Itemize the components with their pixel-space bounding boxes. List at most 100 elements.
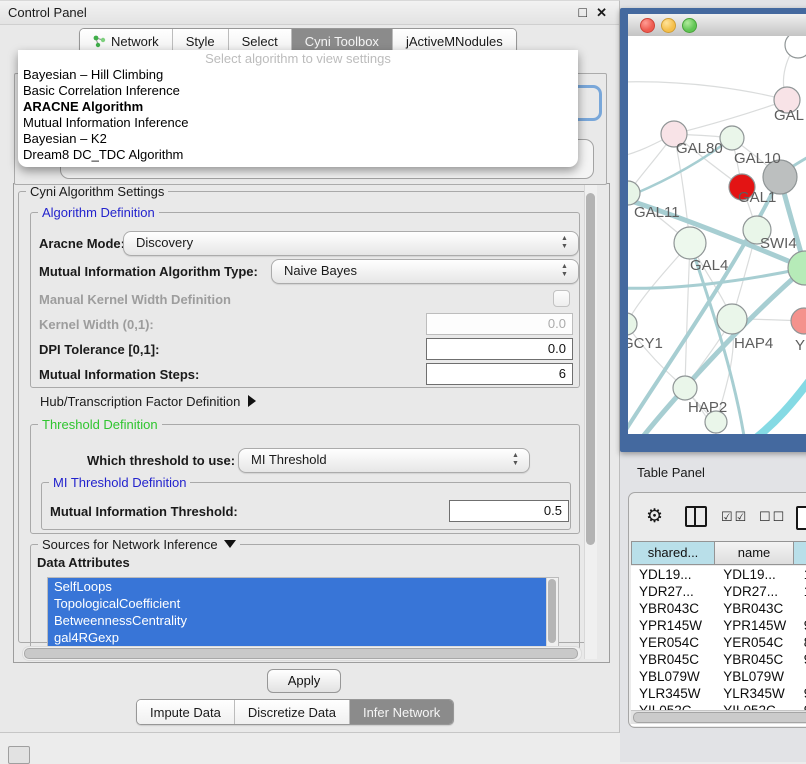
columns-icon[interactable] (685, 506, 707, 527)
cell: YDR27... (631, 583, 715, 600)
apply-button[interactable]: Apply (267, 669, 341, 693)
algorithm-definition-title: Algorithm Definition (38, 205, 159, 220)
network-edge[interactable] (756, 380, 806, 434)
column-header-clipped[interactable] (794, 541, 806, 565)
node-label: SWI4 (760, 235, 797, 252)
sources-groupbox: Sources for Network Inference Data Attri… (30, 544, 580, 655)
table-horizontal-scrollbar[interactable] (631, 710, 806, 724)
tab-select-label: Select (242, 34, 278, 49)
table-row[interactable]: YLR345WYLR345W9. (631, 685, 806, 702)
node-label: HAP4 (734, 335, 773, 352)
float-window-icon[interactable]: □ (579, 1, 587, 24)
attribute-item-selected[interactable]: SelfLoops (48, 578, 558, 595)
network-node[interactable] (717, 304, 747, 334)
network-node[interactable] (674, 227, 706, 259)
hub-definition-toggle[interactable]: Hub/Transcription Factor Definition (40, 394, 256, 409)
node-label: GAL10 (734, 150, 781, 167)
mac-zoom-icon[interactable] (682, 18, 697, 33)
cell: 9. (796, 685, 806, 702)
cell: YLR345W (715, 685, 796, 702)
close-window-icon[interactable]: ✕ (596, 1, 607, 24)
dropdown-item[interactable]: Mutual Information Inference (18, 115, 578, 131)
dropdown-item-selected[interactable]: ARACNE Algorithm (18, 99, 578, 115)
cell: 12 (796, 583, 806, 600)
scrollbar-thumb[interactable] (586, 193, 595, 545)
dropdown-item[interactable]: Dream8 DC_TDC Algorithm (18, 147, 578, 163)
cell: YPR145W (631, 617, 715, 634)
cell: 9. (796, 651, 806, 668)
tab-discretize-data[interactable]: Discretize Data (234, 700, 349, 724)
cell: YPR145W (715, 617, 796, 634)
dpi-tolerance-field[interactable]: 0.0 (426, 338, 573, 360)
aracne-mode-combobox[interactable]: Discovery ▲▼ (123, 231, 579, 256)
aracne-mode-label: Aracne Mode: (39, 236, 125, 251)
column-header-shared-name[interactable]: shared... (631, 541, 715, 565)
table-row[interactable]: YBR045CYBR045C9. (631, 651, 806, 668)
table-row[interactable]: YDL19...YDL19...13 (631, 566, 806, 583)
network-window-titlebar[interactable] (628, 14, 806, 37)
node-label: GAL (774, 107, 804, 124)
network-node[interactable] (720, 126, 744, 150)
algorithm-definition-groupbox: Algorithm Definition Aracne Mode: Discov… (30, 212, 580, 388)
algorithm-dropdown-popup: Select algorithm to view settings Bayesi… (18, 50, 578, 167)
mac-close-icon[interactable] (640, 18, 655, 33)
network-node[interactable] (785, 36, 806, 58)
control-panel-window: Control Panel □ ✕ Network Style Select C… (0, 0, 620, 733)
scrollbar-thumb[interactable] (24, 648, 578, 659)
combo-arrows-icon: ▲▼ (560, 235, 569, 251)
table-panel: ⚙ ☑☑ ☐☐ shared... name YDL19...YDL19...1… (628, 492, 806, 728)
mi-steps-field[interactable]: 6 (426, 363, 573, 385)
chevron-down-icon[interactable] (224, 540, 236, 548)
threshold-definition-title: Threshold Definition (38, 417, 162, 432)
dropdown-prompt: Select algorithm to view settings (18, 50, 578, 67)
collapsed-panel-button[interactable] (8, 746, 30, 764)
column-header-name[interactable]: name (715, 541, 794, 565)
network-node[interactable] (628, 313, 637, 335)
manual-kernel-checkbox[interactable] (553, 290, 570, 307)
tab-infer-network[interactable]: Infer Network (349, 700, 453, 724)
scrollbar-thumb[interactable] (548, 579, 556, 643)
dropdown-item[interactable]: Bayesian – K2 (18, 131, 578, 147)
select-all-columns-icon[interactable]: ☑☑ (721, 506, 748, 528)
kernel-width-label: Kernel Width (0,1): (39, 317, 154, 332)
kernel-width-field[interactable]: 0.0 (426, 313, 573, 335)
tab-impute-data[interactable]: Impute Data (137, 700, 234, 724)
table-row[interactable]: YBR043CYBR043C (631, 600, 806, 617)
export-table-icon[interactable] (796, 506, 806, 530)
sources-title-text: Sources for Network Inference (42, 537, 218, 552)
cell (796, 668, 806, 685)
table-row[interactable]: YBL079WYBL079W (631, 668, 806, 685)
deselect-all-columns-icon[interactable]: ☐☐ (759, 506, 786, 528)
dropdown-item[interactable]: Bayesian – Hill Climbing (18, 67, 578, 83)
network-node[interactable] (673, 376, 697, 400)
control-panel-titlebar: Control Panel □ ✕ (0, 1, 619, 25)
scrollbar-thumb[interactable] (633, 712, 806, 723)
mi-type-combobox[interactable]: Naive Bayes ▲▼ (271, 259, 579, 284)
cell: YER054C (715, 634, 796, 651)
network-canvas[interactable]: GALGAL80GAL10GAL1GAL11SWI4GAL4GCY1HAP4YH… (628, 36, 806, 434)
threshold-definition-groupbox: Threshold Definition Which threshold to … (30, 424, 580, 534)
cyni-settings-scrollpane: Cyni Algorithm Settings Algorithm Defini… (13, 183, 610, 663)
attribute-item-selected[interactable]: gal4RGexp (48, 629, 558, 646)
which-threshold-combobox[interactable]: MI Threshold ▲▼ (238, 448, 530, 473)
dropdown-item[interactable]: Basic Correlation Inference (18, 83, 578, 99)
tab-discretize-data-label: Discretize Data (248, 705, 336, 720)
attribute-item-selected[interactable]: BetweennessCentrality (48, 612, 558, 629)
table-row[interactable]: YDR27...YDR27...12 (631, 583, 806, 600)
attribute-item-selected[interactable]: TopologicalCoefficient (48, 595, 558, 612)
settings-horizontal-scrollbar[interactable] (22, 646, 582, 661)
network-edge[interactable] (628, 324, 685, 388)
table-row[interactable]: YER054CYER054C8. (631, 634, 806, 651)
gear-icon[interactable]: ⚙ (646, 506, 663, 528)
mi-threshold-group-title: MI Threshold Definition (49, 475, 190, 490)
mi-threshold-field[interactable]: 0.5 (449, 500, 569, 522)
cell: 9. (796, 617, 806, 634)
table-row[interactable]: YPR145WYPR145W9. (631, 617, 806, 634)
network-graph-svg: GALGAL80GAL10GAL1GAL11SWI4GAL4GCY1HAP4YH… (628, 36, 806, 434)
attributes-list-scrollbar[interactable] (546, 578, 558, 648)
network-edge[interactable] (628, 82, 787, 100)
settings-vertical-scrollbar[interactable] (584, 185, 597, 659)
network-node[interactable] (791, 308, 806, 334)
combo-arrows-icon: ▲▼ (511, 452, 520, 468)
mac-minimize-icon[interactable] (661, 18, 676, 33)
